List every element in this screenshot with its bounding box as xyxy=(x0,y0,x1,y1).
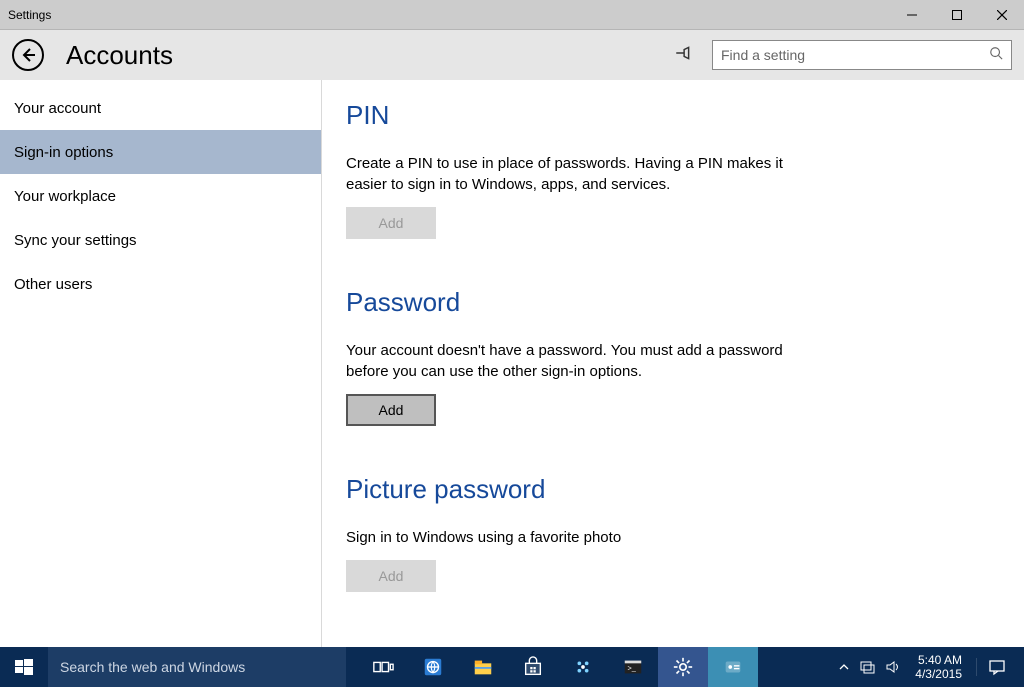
sidebar-item-label: Sync your settings xyxy=(14,232,137,249)
minimize-button[interactable] xyxy=(889,0,934,29)
section-desc: Create a PIN to use in place of password… xyxy=(346,153,806,195)
taskbar-store[interactable] xyxy=(508,647,558,687)
button-label: Add xyxy=(379,568,404,584)
pin-add-button: Add xyxy=(346,207,436,239)
tray-date: 4/3/2015 xyxy=(915,667,962,681)
button-label: Add xyxy=(379,215,404,231)
search-box[interactable] xyxy=(712,40,1012,70)
sidebar-item-sync-your-settings[interactable]: Sync your settings xyxy=(0,218,321,262)
sidebar-item-your-workplace[interactable]: Your workplace xyxy=(0,174,321,218)
sidebar-item-label: Your workplace xyxy=(14,188,116,205)
taskbar-search-placeholder: Search the web and Windows xyxy=(60,659,245,675)
window-titlebar: Settings xyxy=(0,0,1024,30)
window-title: Settings xyxy=(0,8,51,22)
settings-sidebar: Your account Sign-in options Your workpl… xyxy=(0,80,322,647)
tray-network-icon[interactable] xyxy=(859,659,875,675)
settings-header: Accounts xyxy=(0,30,1024,80)
search-icon xyxy=(989,46,1003,65)
section-title: Picture password xyxy=(346,474,806,505)
sidebar-item-label: Your account xyxy=(14,100,101,117)
system-tray: 5:40 AM 4/3/2015 xyxy=(839,647,1024,687)
button-label: Add xyxy=(379,402,404,418)
taskbar-task-view[interactable] xyxy=(358,647,408,687)
section-desc: Your account doesn't have a password. Yo… xyxy=(346,340,806,382)
tray-chevron-up-icon[interactable] xyxy=(839,662,849,672)
window-controls xyxy=(889,0,1024,29)
taskbar-app-generic-2[interactable] xyxy=(708,647,758,687)
sidebar-item-your-account[interactable]: Your account xyxy=(0,86,321,130)
section-picture-password: Picture password Sign in to Windows usin… xyxy=(346,474,806,592)
page-title: Accounts xyxy=(66,40,173,71)
section-pin: PIN Create a PIN to use in place of pass… xyxy=(346,100,806,239)
taskbar: Search the web and Windows >_ xyxy=(0,647,1024,687)
tray-time: 5:40 AM xyxy=(915,653,962,667)
section-title: PIN xyxy=(346,100,806,131)
tray-action-center[interactable] xyxy=(976,658,1016,676)
start-button[interactable] xyxy=(0,647,48,687)
tray-clock[interactable]: 5:40 AM 4/3/2015 xyxy=(911,653,966,682)
sidebar-item-label: Other users xyxy=(14,276,92,293)
taskbar-search[interactable]: Search the web and Windows xyxy=(48,647,346,687)
tray-volume-icon[interactable] xyxy=(885,659,901,675)
picture-add-button: Add xyxy=(346,560,436,592)
taskbar-settings[interactable] xyxy=(658,647,708,687)
taskbar-apps: >_ xyxy=(358,647,758,687)
section-desc: Sign in to Windows using a favorite phot… xyxy=(346,527,806,548)
sidebar-item-label: Sign-in options xyxy=(14,144,113,161)
close-button[interactable] xyxy=(979,0,1024,29)
taskbar-edge[interactable] xyxy=(408,647,458,687)
section-title: Password xyxy=(346,287,806,318)
sidebar-item-other-users[interactable]: Other users xyxy=(0,262,321,306)
content-panel: PIN Create a PIN to use in place of pass… xyxy=(322,80,1024,647)
svg-text:>_: >_ xyxy=(628,664,637,673)
taskbar-app-generic-1[interactable] xyxy=(558,647,608,687)
sidebar-item-sign-in-options[interactable]: Sign-in options xyxy=(0,130,321,174)
search-input[interactable] xyxy=(721,47,989,63)
password-add-button[interactable]: Add xyxy=(346,394,436,426)
taskbar-file-explorer[interactable] xyxy=(458,647,508,687)
taskbar-cmd[interactable]: >_ xyxy=(608,647,658,687)
section-password: Password Your account doesn't have a pas… xyxy=(346,287,806,426)
maximize-button[interactable] xyxy=(934,0,979,29)
pin-icon[interactable] xyxy=(674,44,692,67)
back-button[interactable] xyxy=(12,39,44,71)
